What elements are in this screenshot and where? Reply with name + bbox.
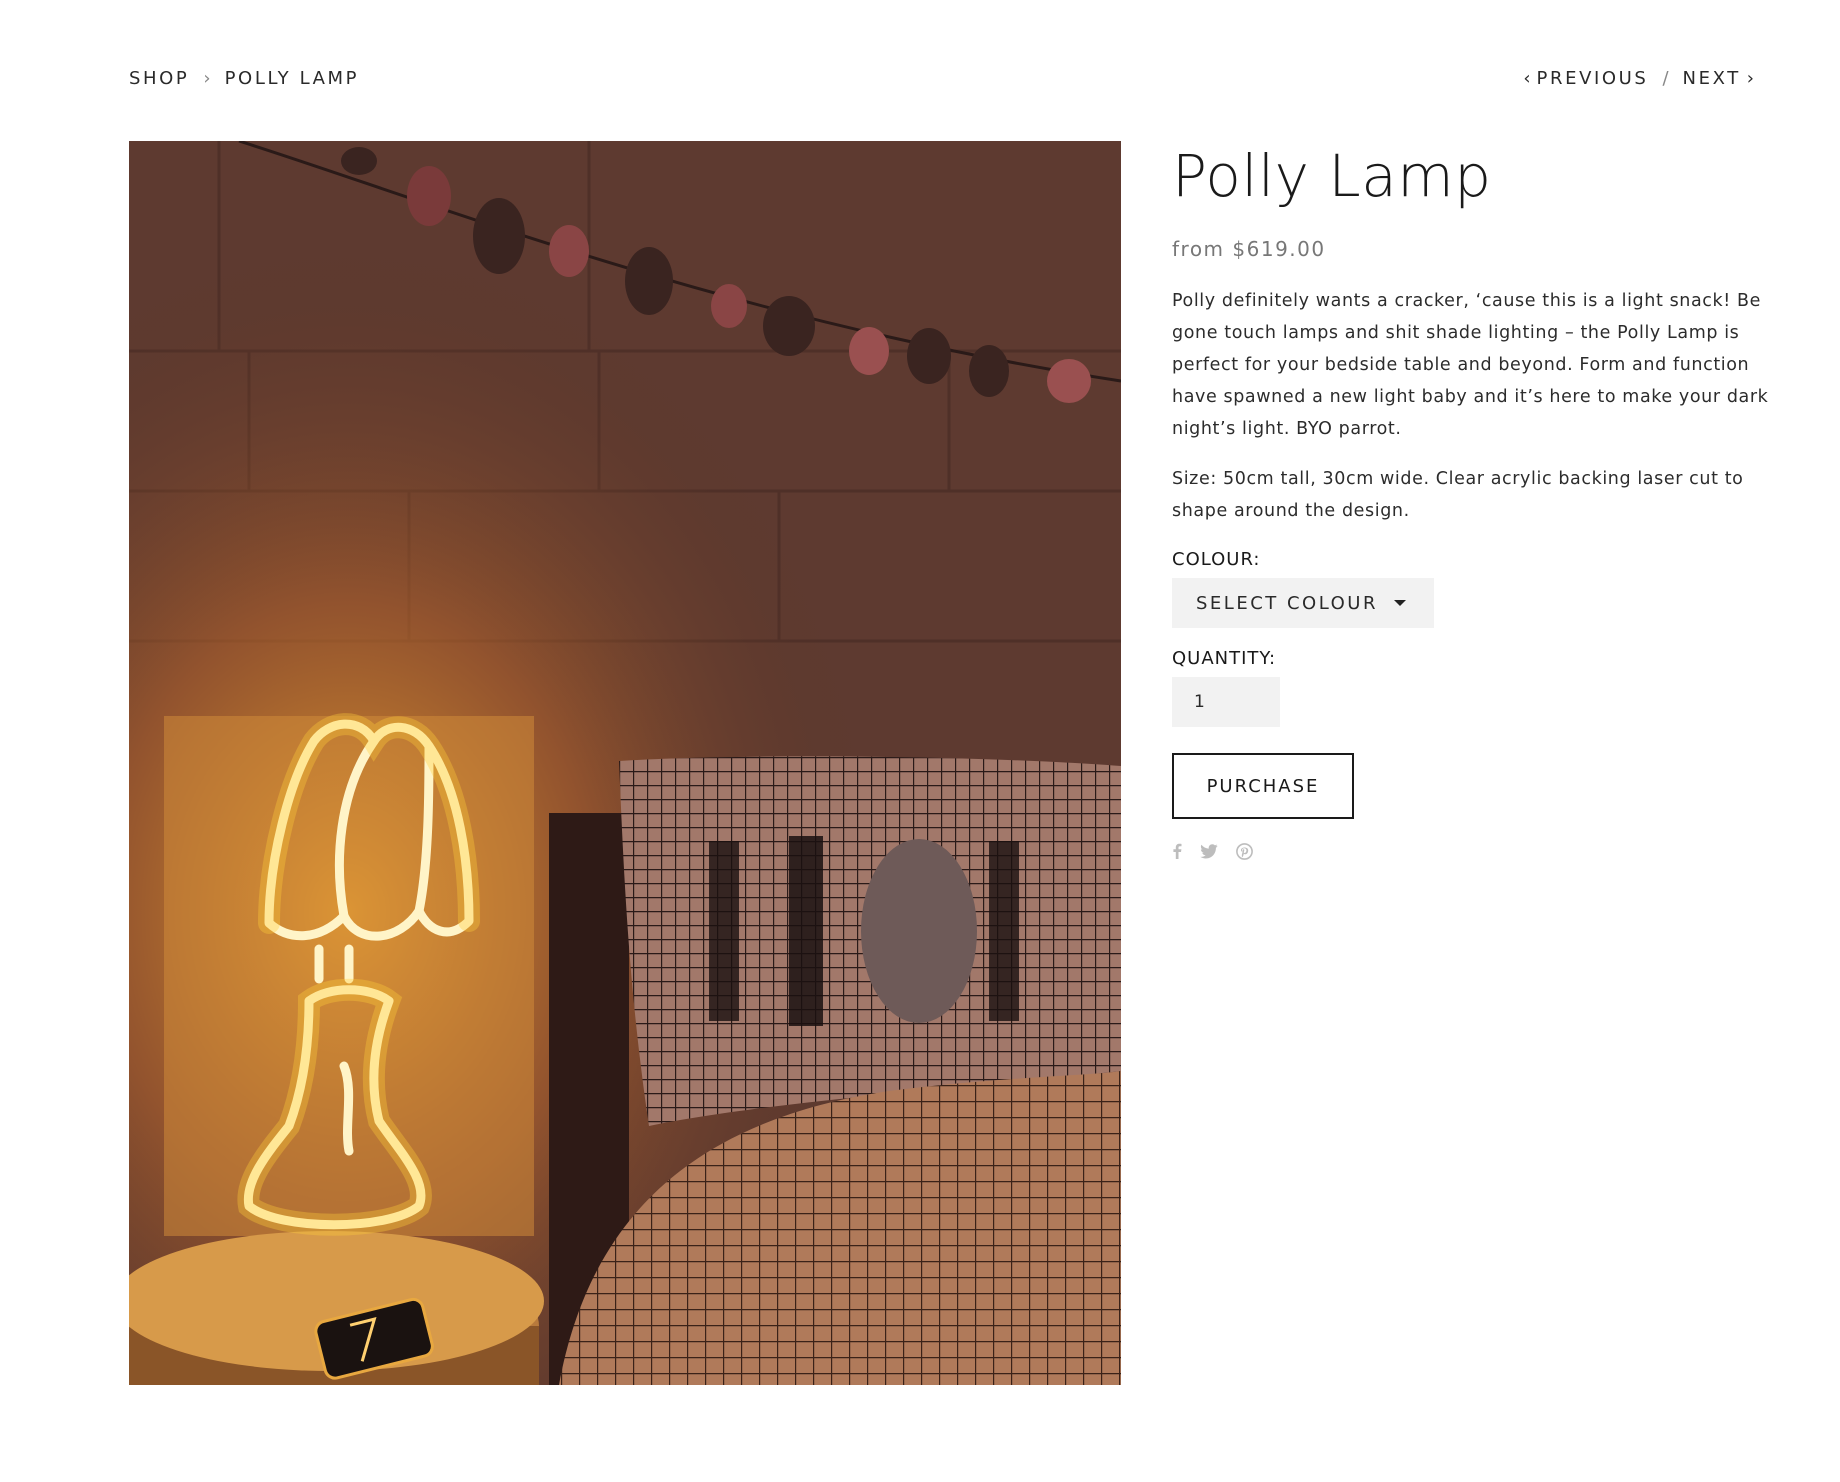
pinterest-icon[interactable] <box>1236 842 1253 860</box>
quantity-input[interactable] <box>1172 677 1280 727</box>
chevron-right-icon: › <box>1746 68 1754 89</box>
breadcrumb-shop-link[interactable]: SHOP <box>129 68 189 89</box>
colour-label: COLOUR: <box>1172 549 1261 570</box>
breadcrumb: SHOP › POLLY LAMP <box>129 68 359 89</box>
breadcrumb-separator-icon: › <box>203 68 211 89</box>
previous-link[interactable]: ‹ PREVIOUS <box>1517 68 1648 89</box>
previous-label: PREVIOUS <box>1536 68 1649 89</box>
next-label: NEXT <box>1682 68 1741 89</box>
twitter-icon[interactable] <box>1200 843 1218 859</box>
product-pager: ‹ PREVIOUS / NEXT › <box>1517 68 1760 89</box>
top-navigation: SHOP › POLLY LAMP ‹ PREVIOUS / NEXT › <box>129 68 1760 92</box>
purchase-button[interactable]: PURCHASE <box>1172 753 1354 819</box>
product-size-note: Size: 50cm tall, 30cm wide. Clear acryli… <box>1172 469 1744 521</box>
facebook-icon[interactable] <box>1172 843 1182 859</box>
chevron-left-icon: ‹ <box>1523 68 1531 89</box>
product-description: Polly definitely wants a cracker, ‘cause… <box>1172 291 1769 439</box>
caret-down-icon <box>1394 600 1406 606</box>
product-price: from $619.00 <box>1172 237 1326 261</box>
share-icons <box>1172 841 1772 861</box>
next-link[interactable]: NEXT › <box>1683 68 1760 89</box>
quantity-label: QUANTITY: <box>1172 648 1277 669</box>
product-image[interactable] <box>129 141 1121 1385</box>
colour-select[interactable]: SELECT COLOUR <box>1172 578 1434 628</box>
colour-select-value: SELECT COLOUR <box>1196 592 1378 614</box>
product-title: Polly Lamp <box>1172 142 1492 210</box>
neon-lamp-photo-icon <box>129 141 1121 1385</box>
pager-divider: / <box>1662 68 1669 89</box>
product-details: Polly Lamp from $619.00 Polly definitely… <box>1172 141 1772 861</box>
breadcrumb-current: POLLY LAMP <box>224 68 360 89</box>
